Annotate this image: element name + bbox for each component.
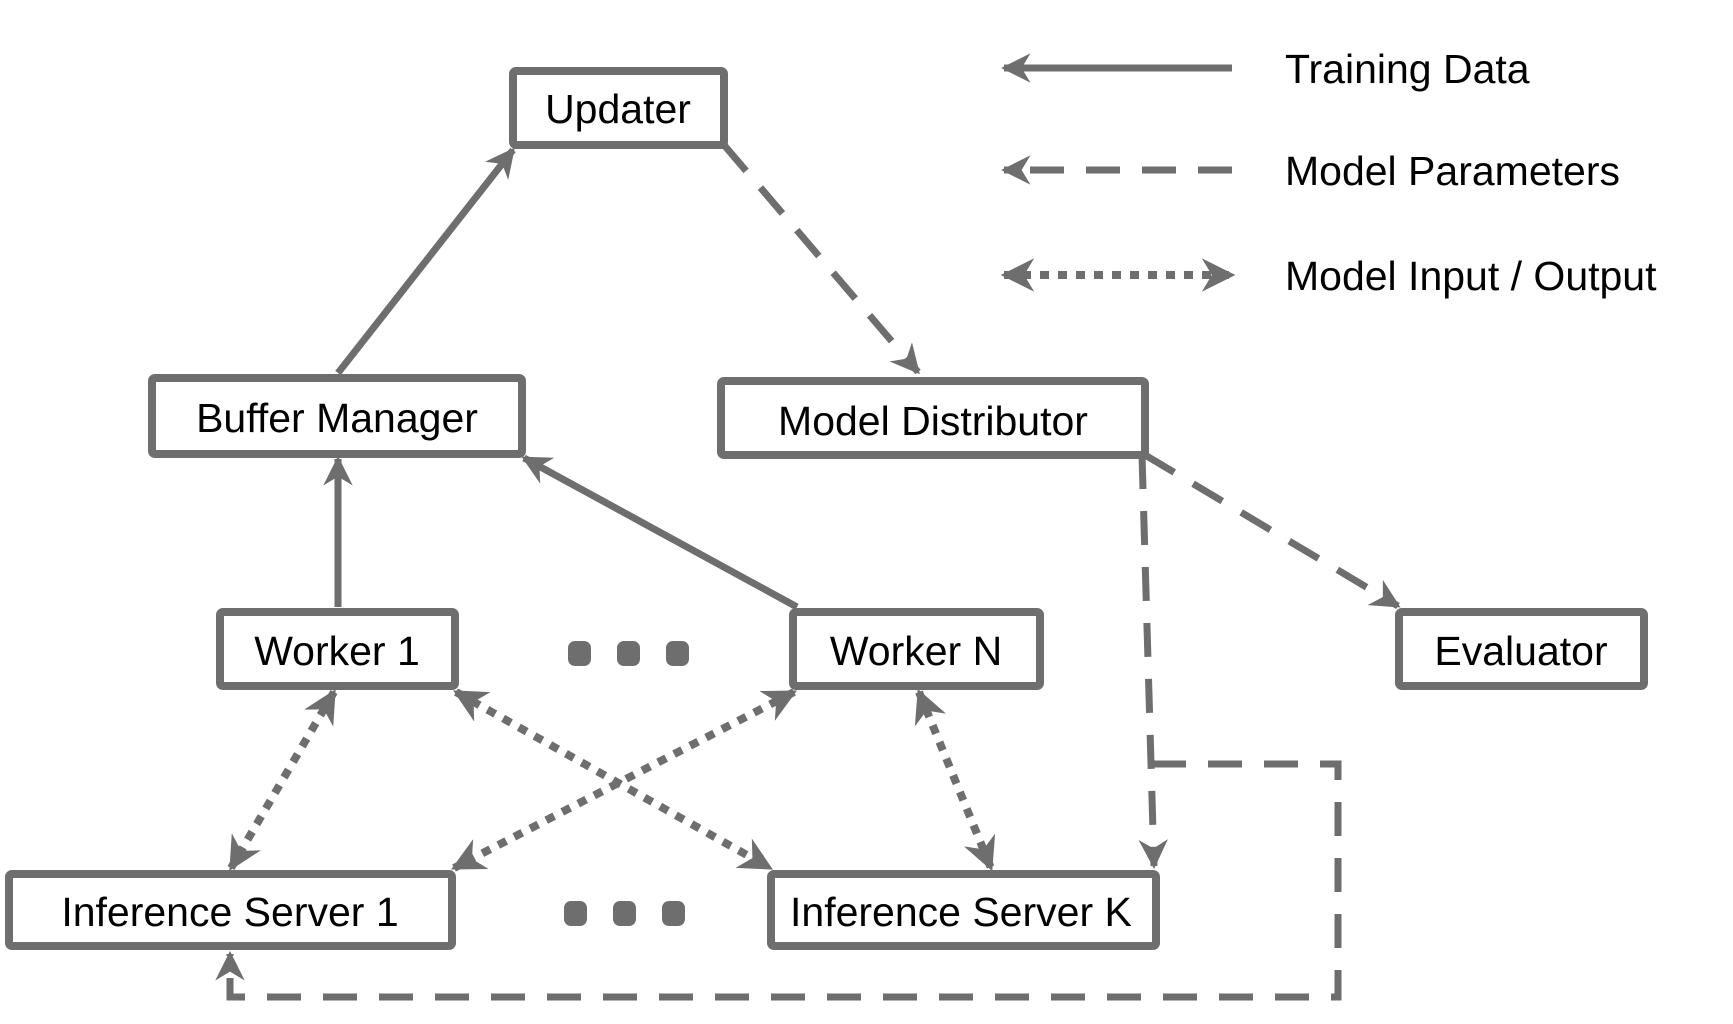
edge-worker-1-inference-server-1 [227, 689, 338, 871]
worker-ellipsis [568, 641, 689, 666]
legend-training-data-label: Training Data [1285, 46, 1530, 92]
node-inference-server-k: Inference Server K [767, 870, 1160, 950]
node-evaluator-label: Evaluator [1434, 628, 1607, 674]
ellipsis-dot [568, 641, 591, 666]
legend: Training Data Model Parameters Model Inp… [1000, 46, 1657, 299]
node-inference-server-1: Inference Server 1 [5, 870, 456, 950]
legend-model-parameters-label: Model Parameters [1285, 148, 1620, 194]
node-inference-server-k-label: Inference Server K [790, 889, 1132, 935]
ellipsis-dot [613, 901, 636, 926]
node-worker-n: Worker N [789, 608, 1044, 690]
inference-server-ellipsis [564, 901, 685, 926]
legend-model-io-label: Model Input / Output [1285, 253, 1657, 299]
node-model-distributor: Model Distributor [717, 377, 1149, 459]
architecture-diagram: Training Data Model Parameters Model Inp… [5, 46, 1657, 1001]
edge-model-distributor-to-evaluator [1143, 451, 1401, 610]
node-buffer-manager: Buffer Manager [148, 374, 526, 458]
node-evaluator: Evaluator [1395, 608, 1648, 690]
node-updater: Updater [509, 67, 728, 149]
ellipsis-dot [617, 641, 640, 666]
edge-model-distributor-to-inference-server-k [1138, 454, 1168, 869]
ellipsis-dot [564, 901, 587, 926]
ellipsis-dot [662, 901, 685, 926]
edge-worker-n-to-buffer-manager [521, 454, 799, 611]
edge-worker-n-inference-server-k [914, 688, 996, 872]
ellipsis-dot [666, 641, 689, 666]
node-inference-server-1-label: Inference Server 1 [61, 889, 398, 935]
edge-buffer-manager-to-updater [335, 147, 516, 376]
node-buffer-manager-label: Buffer Manager [196, 395, 478, 441]
node-worker-1-label: Worker 1 [254, 628, 420, 674]
node-worker-n-label: Worker N [830, 628, 1002, 674]
node-model-distributor-label: Model Distributor [778, 398, 1088, 444]
node-worker-1: Worker 1 [216, 608, 459, 690]
node-updater-label: Updater [545, 86, 691, 132]
edge-updater-to-model-distributor [721, 142, 921, 375]
